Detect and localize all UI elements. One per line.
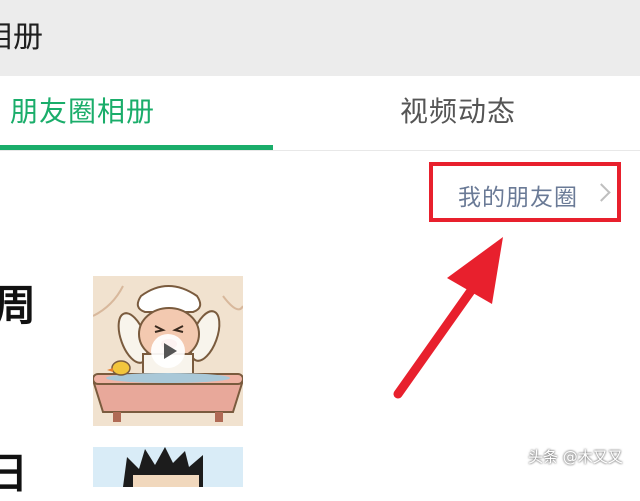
watermark-text: 头条 @木又又 [528, 448, 623, 466]
moment-image-thumbnail[interactable] [93, 447, 243, 487]
cartoon-character-image [93, 447, 243, 487]
moment-video-thumbnail[interactable] [93, 276, 243, 426]
date-label-day: 日 [0, 449, 29, 498]
play-icon [151, 334, 185, 368]
date-label-week: 周 [0, 281, 37, 330]
